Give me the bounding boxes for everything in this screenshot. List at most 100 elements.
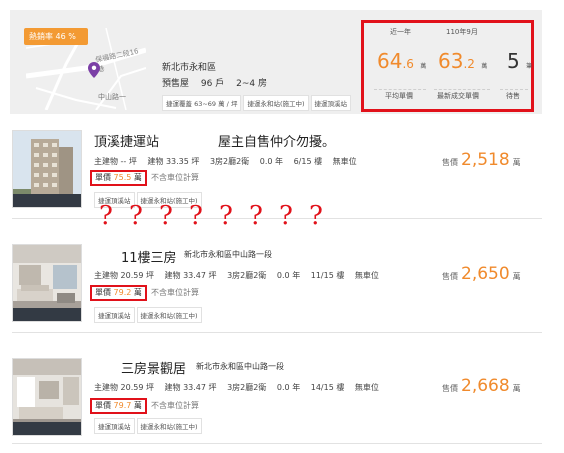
latest-price-label: 最新成交單價 <box>437 92 479 100</box>
unit-price-label: 單價 <box>95 401 111 410</box>
tag[interactable]: 捷運覆蓋 63~69 萬 / 坪 <box>162 95 242 111</box>
question-mark: ? <box>189 201 203 231</box>
listing-photo[interactable] <box>12 130 82 208</box>
tag[interactable]: 捷運永和站(施工中) <box>243 95 309 111</box>
latest-unit-price: 63.2 萬 <box>438 49 487 73</box>
spec-parking: 無車位 <box>354 383 379 392</box>
latest-price-unit: 萬 <box>481 63 488 70</box>
divider <box>12 443 542 444</box>
divider <box>374 89 426 90</box>
unit-price-highlight: 單價 79.2 萬 <box>90 285 147 301</box>
listing-price: 售價 2,518 萬 <box>442 150 521 170</box>
question-mark: ? <box>219 201 233 231</box>
unit-price-value: 79.2 <box>113 288 132 297</box>
photo-caption-bar <box>13 194 81 207</box>
spec-parking: 無車位 <box>354 271 379 280</box>
listing-price: 售價 2,668 萬 <box>442 376 521 396</box>
listing-specs: 主建物 -- 坪 建物 33.35 坪 3房2廳2衛 0.0 年 6/15 樓 … <box>94 156 365 167</box>
listing-address: 新北市永和區中山路一段 <box>196 362 284 371</box>
price-unit: 萬 <box>512 158 521 167</box>
listing-title[interactable]: 頂溪捷運站 <box>94 131 159 150</box>
spec-layout: 3房2廳2衛 <box>227 271 267 280</box>
price-unit: 萬 <box>512 272 521 281</box>
spec-age: 0.0 年 <box>259 157 284 166</box>
listing-card[interactable]: 頂溪捷運站 屋主自售仲介勿擾。 主建物 -- 坪 建物 33.35 坪 3房2廳… <box>12 130 542 212</box>
for-sale-count[interactable]: 5 筆 <box>507 49 532 73</box>
spec-main-area: 主建物 20.59 坪 <box>94 383 154 392</box>
divider <box>500 89 528 90</box>
unit-price-unit: 萬 <box>133 401 142 410</box>
spec-age: 0.0 年 <box>276 271 301 280</box>
community-type: 預售屋 <box>162 79 190 89</box>
photo-caption-bar <box>13 422 81 435</box>
avg-price-unit: 萬 <box>420 63 427 70</box>
spec-main-area: 主建物 20.59 坪 <box>94 271 154 280</box>
divider <box>434 89 490 90</box>
exclude-parking-note: 不含車位計算 <box>151 288 199 297</box>
stat-period-month: 110年9月 <box>446 28 478 36</box>
spec-age: 0.0 年 <box>276 383 301 392</box>
unit-price-unit: 萬 <box>133 173 142 182</box>
community-units: 96 戶 <box>200 79 225 89</box>
question-marks-annotation: ? ? ? ? ? ? ? ? <box>94 203 328 229</box>
spec-building-area: 建物 33.47 坪 <box>164 271 217 280</box>
price-value: 2,650 <box>461 264 510 284</box>
listing-specs: 主建物 20.59 坪 建物 33.47 坪 3房2廳2衛 0.0 年 14/1… <box>94 382 387 393</box>
latest-price-int: 63 <box>438 49 464 73</box>
for-sale-label: 待售 <box>506 92 520 100</box>
price-stats-highlight: 近一年 64.6 萬 平均單價 110年9月 63.2 萬 最新成交單價 5 筆… <box>361 20 534 112</box>
spec-layout: 3房2廳2衛 <box>209 157 250 166</box>
price-value: 2,518 <box>461 150 510 170</box>
question-mark: ? <box>249 201 263 231</box>
spec-layout: 3房2廳2衛 <box>227 383 267 392</box>
divider <box>12 332 542 333</box>
question-mark: ? <box>99 201 113 231</box>
map-pin-icon[interactable] <box>88 62 100 78</box>
spec-floor: 14/15 樓 <box>310 383 345 392</box>
unit-price-highlight: 單價 75.5 萬 <box>90 170 147 186</box>
listing-photo[interactable] <box>12 358 82 436</box>
listing-price: 售價 2,650 萬 <box>442 264 521 284</box>
spec-parking: 無車位 <box>332 157 357 166</box>
tag[interactable]: 捷運永和站(施工中) <box>136 307 202 323</box>
spec-floor: 6/15 樓 <box>293 157 323 166</box>
tag[interactable]: 捷運頂溪站 <box>94 418 135 434</box>
listing-address: 新北市永和區中山路一段 <box>184 250 272 259</box>
listing-tags: 捷運頂溪站 捷運永和站(施工中) <box>94 418 202 434</box>
listing-photo[interactable] <box>12 244 82 322</box>
price-prefix: 售價 <box>442 158 458 167</box>
unit-price-highlight: 單價 79.7 萬 <box>90 398 147 414</box>
unit-price-unit: 萬 <box>133 288 142 297</box>
community-info: 預售屋 96 戶 2~4 房 <box>162 76 276 89</box>
avg-price-dec: .6 <box>402 57 414 71</box>
listing-subtitle[interactable]: 屋主自售仲介勿擾。 <box>218 131 335 150</box>
tag[interactable]: 捷運永和站(施工中) <box>136 418 202 434</box>
community-name[interactable]: 新北市永和區 <box>162 60 216 73</box>
unit-price-label: 單價 <box>95 173 111 182</box>
question-mark: ? <box>309 201 323 231</box>
price-prefix: 售價 <box>442 272 458 281</box>
listing-tags: 捷運頂溪站 捷運永和站(施工中) <box>94 307 202 323</box>
listing-card[interactable]: 三房景觀居 新北市永和區中山路一段 主建物 20.59 坪 建物 33.47 坪… <box>12 358 542 438</box>
price-value: 2,668 <box>461 376 510 396</box>
price-unit: 萬 <box>512 384 521 393</box>
tag[interactable]: 捷運頂溪站 <box>310 95 352 111</box>
listing-title[interactable]: 11樓三房 <box>121 247 177 266</box>
spec-floor: 11/15 樓 <box>310 271 345 280</box>
question-mark: ? <box>279 201 293 231</box>
price-prefix: 售價 <box>442 384 458 393</box>
avg-price-int: 64 <box>377 49 403 73</box>
exclude-parking-note: 不含車位計算 <box>151 173 199 182</box>
spec-building-area: 建物 33.35 坪 <box>147 157 200 166</box>
for-sale-number: 5 <box>507 49 520 73</box>
avg-price-label: 平均單價 <box>385 92 413 100</box>
listing-title[interactable]: 三房景觀居 <box>121 358 186 377</box>
map-road-label: 中山路一 <box>98 93 126 101</box>
listing-card[interactable]: 11樓三房 新北市永和區中山路一段 主建物 20.59 坪 建物 33.47 坪… <box>12 244 542 326</box>
unit-price-value: 79.7 <box>113 401 132 410</box>
stat-period-year: 近一年 <box>390 28 411 36</box>
tag[interactable]: 捷運頂溪站 <box>94 307 135 323</box>
listing-specs: 主建物 20.59 坪 建物 33.47 坪 3房2廳2衛 0.0 年 11/1… <box>94 270 387 281</box>
avg-unit-price: 64.6 萬 <box>377 49 426 73</box>
for-sale-unit: 筆 <box>526 63 533 70</box>
